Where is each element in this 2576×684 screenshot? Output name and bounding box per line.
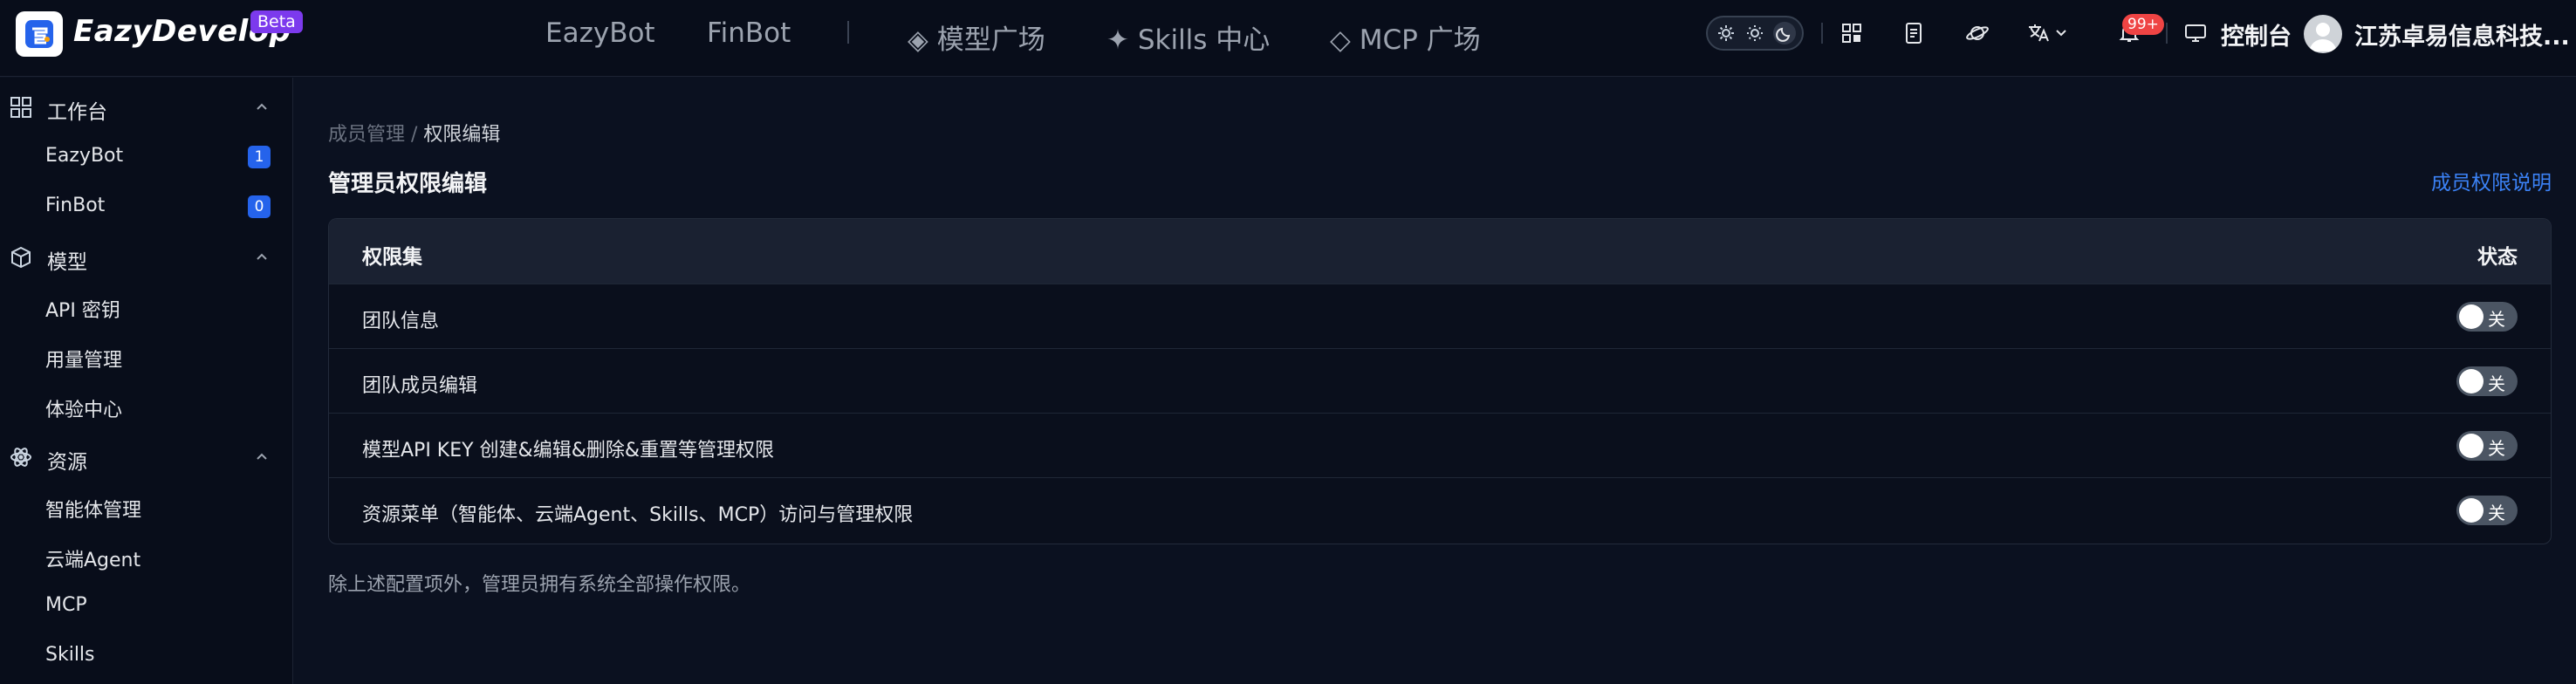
theme-switch[interactable] bbox=[1706, 16, 1804, 51]
toggle-knob bbox=[2459, 434, 2484, 458]
topnav-mcp-square[interactable]: ◇ MCP 广场 bbox=[1330, 17, 1481, 57]
nav-divider bbox=[847, 21, 849, 44]
notification-badge: 99+ bbox=[2122, 14, 2164, 35]
org-name[interactable]: 江苏卓易信息科技... bbox=[2354, 17, 2570, 51]
auto-theme-icon[interactable] bbox=[1715, 22, 1737, 44]
sidebar-item-agents[interactable]: 智能体管理 bbox=[45, 495, 141, 523]
count-badge: 1 bbox=[248, 146, 271, 168]
topnav-skills-center[interactable]: ✦ Skills 中心 bbox=[1106, 17, 1270, 57]
document-icon[interactable] bbox=[1900, 19, 1928, 47]
toggle-knob bbox=[2459, 304, 2484, 329]
sidebar-group-label: 工作台 bbox=[47, 101, 107, 124]
sidebar-item-mcp[interactable]: MCP bbox=[45, 594, 87, 616]
apps-icon[interactable] bbox=[1838, 19, 1866, 47]
permission-toggle[interactable]: 关 bbox=[2456, 496, 2518, 525]
count-badge: 0 bbox=[248, 195, 271, 218]
sidebar-item-cloud-agent[interactable]: 云端Agent bbox=[45, 544, 140, 572]
sidebar-group-label: 资源 bbox=[47, 451, 87, 474]
chevron-up-icon[interactable] bbox=[253, 98, 271, 115]
breadcrumb-separator: / bbox=[405, 124, 424, 146]
permission-toggle[interactable]: 关 bbox=[2456, 302, 2518, 332]
sidebar-group-workbench[interactable]: 工作台 bbox=[0, 86, 293, 129]
table-row: 团队成员编辑 关 bbox=[329, 348, 2551, 413]
sidebar: 工作台 EazyBot 1 FinBot 0 模型 API 密钥 用量管理 体验… bbox=[0, 78, 293, 684]
sidebar-group-model[interactable]: 模型 bbox=[0, 236, 293, 279]
table-row: 模型API KEY 创建&编辑&删除&重置等管理权限 关 bbox=[329, 413, 2551, 477]
toggle-label: 关 bbox=[2488, 309, 2505, 330]
toggle-knob bbox=[2459, 369, 2484, 393]
header-separator bbox=[1821, 23, 1823, 44]
monitor-icon[interactable] bbox=[2182, 19, 2209, 47]
permission-help-link[interactable]: 成员权限说明 bbox=[2431, 166, 2552, 195]
logo-icon[interactable] bbox=[16, 11, 63, 57]
permission-name: 模型API KEY 创建&编辑&删除&重置等管理权限 bbox=[362, 440, 775, 462]
sidebar-item-eazybot[interactable]: EazyBot bbox=[45, 145, 123, 167]
sidebar-item-skills[interactable]: Skills bbox=[45, 644, 95, 666]
breadcrumb-current: 权限编辑 bbox=[423, 124, 501, 146]
planet-icon[interactable] bbox=[1963, 19, 1991, 47]
top-header: EazyDevelop Beta EazyBot FinBot ◈ 模型广场 ✦… bbox=[0, 0, 2576, 77]
header-separator bbox=[2166, 23, 2168, 44]
moon-icon[interactable] bbox=[1773, 22, 1796, 44]
permission-name: 资源菜单（智能体、云端Agent、Skills、MCP）访问与管理权限 bbox=[362, 504, 914, 526]
console-link[interactable]: 控制台 bbox=[2221, 17, 2292, 51]
sidebar-item-playground[interactable]: 体验中心 bbox=[45, 394, 122, 422]
chevron-up-icon[interactable] bbox=[253, 448, 271, 465]
chevron-up-icon[interactable] bbox=[253, 248, 271, 265]
toggle-knob bbox=[2459, 498, 2484, 523]
permission-name: 团队信息 bbox=[362, 311, 440, 332]
sidebar-group-resources[interactable]: 资源 bbox=[0, 435, 293, 479]
grid-icon bbox=[9, 95, 33, 120]
permission-table: 权限集 状态 团队信息 关 团队成员编辑 关 模型API KEY 创建&编辑&删… bbox=[328, 218, 2552, 544]
breadcrumb: 成员管理 / 权限编辑 bbox=[328, 119, 500, 147]
table-row: 团队信息 关 bbox=[329, 284, 2551, 348]
topnav-eazybot[interactable]: EazyBot bbox=[545, 17, 655, 49]
permission-toggle[interactable]: 关 bbox=[2456, 366, 2518, 396]
sidebar-group-label: 模型 bbox=[47, 251, 87, 274]
breadcrumb-parent[interactable]: 成员管理 bbox=[328, 124, 405, 146]
beta-badge: Beta bbox=[250, 10, 303, 33]
footnote: 除上述配置项外，管理员拥有系统全部操作权限。 bbox=[328, 574, 751, 596]
atom-icon bbox=[9, 445, 33, 469]
toggle-label: 关 bbox=[2488, 438, 2505, 459]
sidebar-item-usage[interactable]: 用量管理 bbox=[45, 345, 122, 373]
cube-icon bbox=[9, 245, 33, 270]
language-icon[interactable] bbox=[2026, 19, 2070, 47]
table-row: 资源菜单（智能体、云端Agent、Skills、MCP）访问与管理权限 关 bbox=[329, 477, 2551, 542]
table-header: 权限集 状态 bbox=[329, 219, 2551, 284]
avatar[interactable] bbox=[2304, 15, 2342, 53]
topnav-finbot[interactable]: FinBot bbox=[707, 17, 791, 49]
sidebar-item-api-keys[interactable]: API 密钥 bbox=[45, 295, 120, 323]
sidebar-item-finbot[interactable]: FinBot bbox=[45, 195, 105, 216]
toggle-label: 关 bbox=[2488, 503, 2505, 523]
topnav-model-square[interactable]: ◈ 模型广场 bbox=[908, 17, 1045, 57]
permission-name: 团队成员编辑 bbox=[362, 375, 478, 397]
permission-toggle[interactable]: 关 bbox=[2456, 431, 2518, 461]
toggle-label: 关 bbox=[2488, 373, 2505, 394]
column-header-status: 状态 bbox=[2477, 246, 2518, 269]
column-header-permission-set: 权限集 bbox=[362, 246, 422, 269]
page-title: 管理员权限编辑 bbox=[328, 171, 488, 197]
sun-icon[interactable] bbox=[1744, 22, 1766, 44]
